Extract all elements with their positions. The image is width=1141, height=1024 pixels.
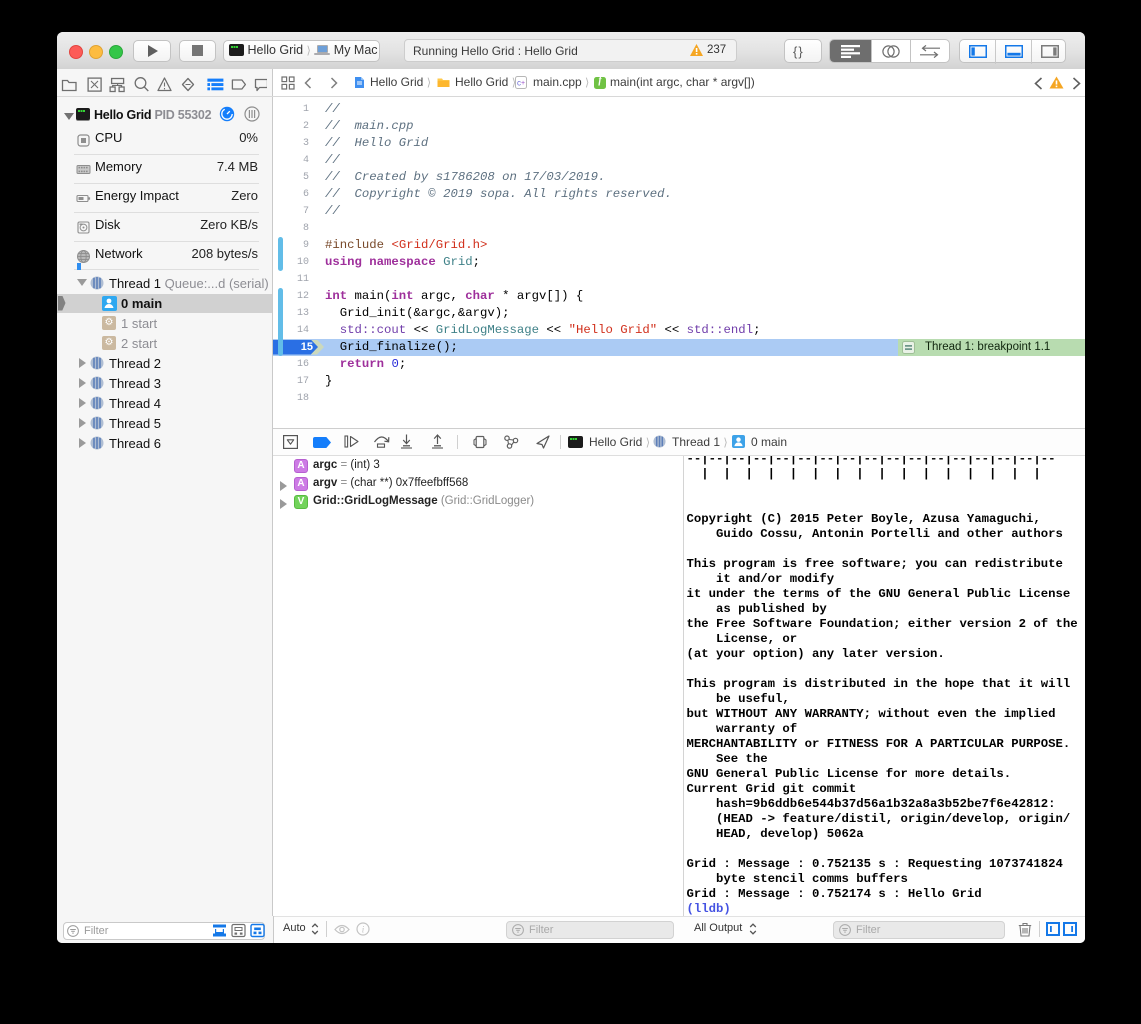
svg-text:+: +	[521, 80, 525, 87]
svg-text:i: i	[362, 924, 365, 934]
